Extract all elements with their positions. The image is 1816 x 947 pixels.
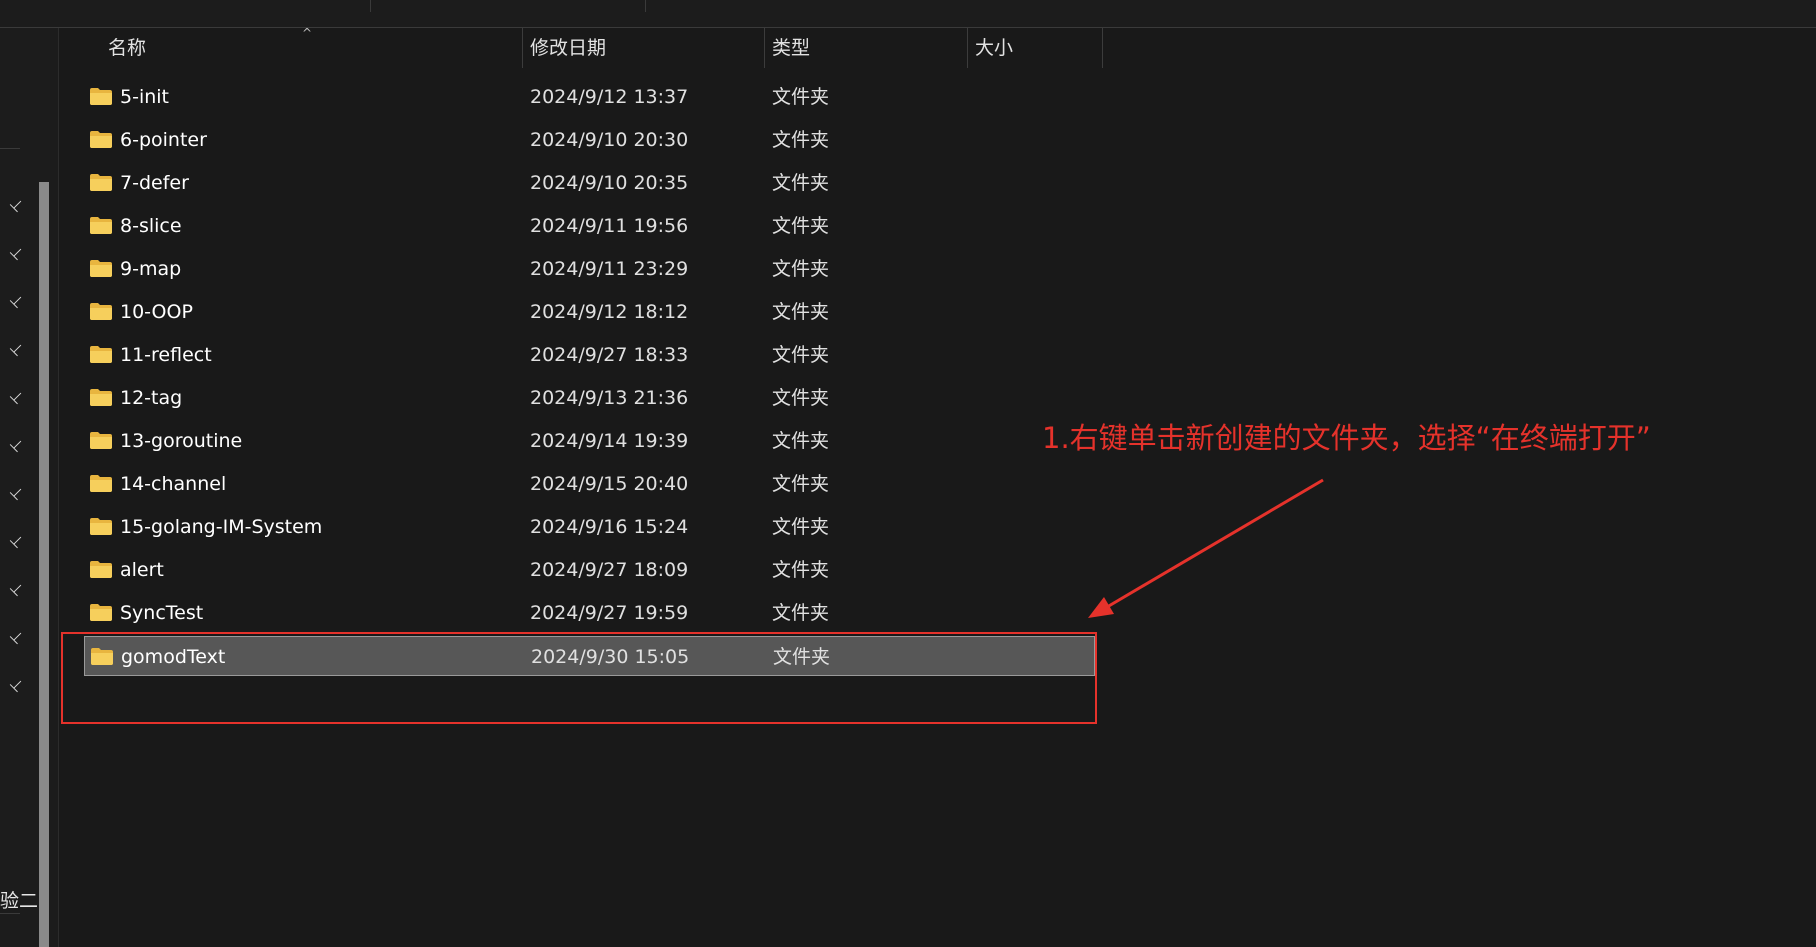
file-row[interactable]: alert 2024/9/27 18:09 文件夹: [84, 550, 1095, 590]
file-type: 文件夹: [772, 86, 830, 108]
file-modified-date: 2024/9/27 18:09: [530, 559, 689, 581]
file-name: 7-defer: [120, 172, 189, 194]
file-modified-date: 2024/9/27 18:33: [530, 344, 689, 366]
pin-icon[interactable]: ⊥: [4, 528, 29, 553]
file-modified-date: 2024/9/12 13:37: [530, 86, 689, 108]
file-modified-date: 2024/9/27 19:59: [530, 602, 689, 624]
file-modified-date: 2024/9/10 20:30: [530, 129, 689, 151]
file-name: 10-OOP: [120, 301, 193, 323]
pin-icon[interactable]: ⊥: [4, 432, 29, 457]
file-name: 6-pointer: [120, 129, 207, 151]
file-row[interactable]: 7-defer 2024/9/10 20:35 文件夹: [84, 163, 1095, 203]
toolbar-divider: [370, 0, 371, 12]
folder-icon: [90, 389, 112, 406]
file-row[interactable]: SyncTest 2024/9/27 19:59 文件夹: [84, 593, 1095, 633]
pin-icon[interactable]: ⊥: [4, 192, 29, 217]
file-modified-date: 2024/9/10 20:35: [530, 172, 689, 194]
column-divider[interactable]: [1102, 28, 1103, 68]
file-name: SyncTest: [120, 602, 204, 624]
file-row[interactable]: 5-init 2024/9/12 13:37 文件夹: [84, 77, 1095, 117]
column-header-modified[interactable]: 修改日期: [522, 28, 764, 68]
column-header-type[interactable]: 类型: [764, 28, 967, 68]
file-modified-date: 2024/9/13 21:36: [530, 387, 689, 409]
file-name: 13-goroutine: [120, 430, 243, 452]
nav-divider: [0, 148, 20, 149]
annotation-text: 1.右键单击新创建的文件夹，选择“在终端打开”: [1042, 421, 1651, 455]
file-name: 5-init: [120, 86, 169, 108]
file-type: 文件夹: [772, 602, 830, 624]
folder-icon: [90, 260, 112, 277]
pin-icon[interactable]: ⊥: [4, 384, 29, 409]
file-row[interactable]: 12-tag 2024/9/13 21:36 文件夹: [84, 378, 1095, 418]
file-row[interactable]: 9-map 2024/9/11 23:29 文件夹: [84, 249, 1095, 289]
pin-icon[interactable]: ⊥: [4, 576, 29, 601]
file-row[interactable]: 14-channel 2024/9/15 20:40 文件夹: [84, 464, 1095, 504]
sort-up-icon: ^: [302, 26, 313, 40]
pin-icon[interactable]: ⊥: [4, 336, 29, 361]
file-name: 12-tag: [120, 387, 183, 409]
file-type: 文件夹: [772, 344, 830, 366]
folder-icon: [90, 475, 112, 492]
file-row[interactable]: 10-OOP 2024/9/12 18:12 文件夹: [84, 292, 1095, 332]
pin-icon[interactable]: ⊥: [4, 480, 29, 505]
pin-icon[interactable]: ⊥: [4, 240, 29, 265]
file-name: 14-channel: [120, 473, 227, 495]
file-name: 15-golang-IM-System: [120, 516, 323, 538]
file-type: 文件夹: [772, 387, 830, 409]
file-type: 文件夹: [772, 559, 830, 581]
file-type: 文件夹: [772, 473, 830, 495]
folder-icon: [90, 432, 112, 449]
file-type: 文件夹: [772, 430, 830, 452]
pin-icon[interactable]: ⊥: [4, 288, 29, 313]
file-name: 8-slice: [120, 215, 182, 237]
file-modified-date: 2024/9/14 19:39: [530, 430, 689, 452]
toolbar-divider: [645, 0, 646, 12]
pin-icon[interactable]: ⊥: [4, 624, 29, 649]
folder-icon: [90, 518, 112, 535]
folder-icon: [90, 561, 112, 578]
file-row[interactable]: 8-slice 2024/9/11 19:56 文件夹: [84, 206, 1095, 246]
file-type: 文件夹: [772, 215, 830, 237]
annotation-highlight-box: [61, 632, 1097, 724]
file-type: 文件夹: [772, 129, 830, 151]
file-name: 11-reflect: [120, 344, 212, 366]
file-type: 文件夹: [772, 258, 830, 280]
nav-divider: [0, 913, 20, 914]
file-name: alert: [120, 559, 164, 581]
pane-divider[interactable]: [58, 28, 59, 947]
file-row[interactable]: 6-pointer 2024/9/10 20:30 文件夹: [84, 120, 1095, 160]
file-modified-date: 2024/9/12 18:12: [530, 301, 689, 323]
folder-icon: [90, 217, 112, 234]
file-name: 9-map: [120, 258, 182, 280]
folder-icon: [90, 174, 112, 191]
file-modified-date: 2024/9/16 15:24: [530, 516, 689, 538]
file-modified-date: 2024/9/11 19:56: [530, 215, 689, 237]
folder-icon: [90, 303, 112, 320]
toolbar-strip: [0, 0, 1816, 28]
column-header-size[interactable]: 大小: [967, 28, 1102, 68]
pin-icon[interactable]: ⊥: [4, 672, 29, 697]
nav-item-label[interactable]: 验二: [0, 886, 38, 913]
folder-icon: [90, 131, 112, 148]
file-row[interactable]: 11-reflect 2024/9/27 18:33 文件夹: [84, 335, 1095, 375]
file-modified-date: 2024/9/11 23:29: [530, 258, 689, 280]
folder-icon: [90, 604, 112, 621]
file-type: 文件夹: [772, 301, 830, 323]
file-row[interactable]: 15-golang-IM-System 2024/9/16 15:24 文件夹: [84, 507, 1095, 547]
navigation-pane: ⊥ ⊥ ⊥ ⊥ ⊥ ⊥ ⊥ ⊥ ⊥ ⊥ ⊥ 验二: [0, 28, 59, 947]
file-type: 文件夹: [772, 516, 830, 538]
nav-scrollbar[interactable]: [39, 182, 49, 947]
file-modified-date: 2024/9/15 20:40: [530, 473, 689, 495]
file-type: 文件夹: [772, 172, 830, 194]
file-row[interactable]: 13-goroutine 2024/9/14 19:39 文件夹: [84, 421, 1095, 461]
folder-icon: [90, 88, 112, 105]
folder-icon: [90, 346, 112, 363]
